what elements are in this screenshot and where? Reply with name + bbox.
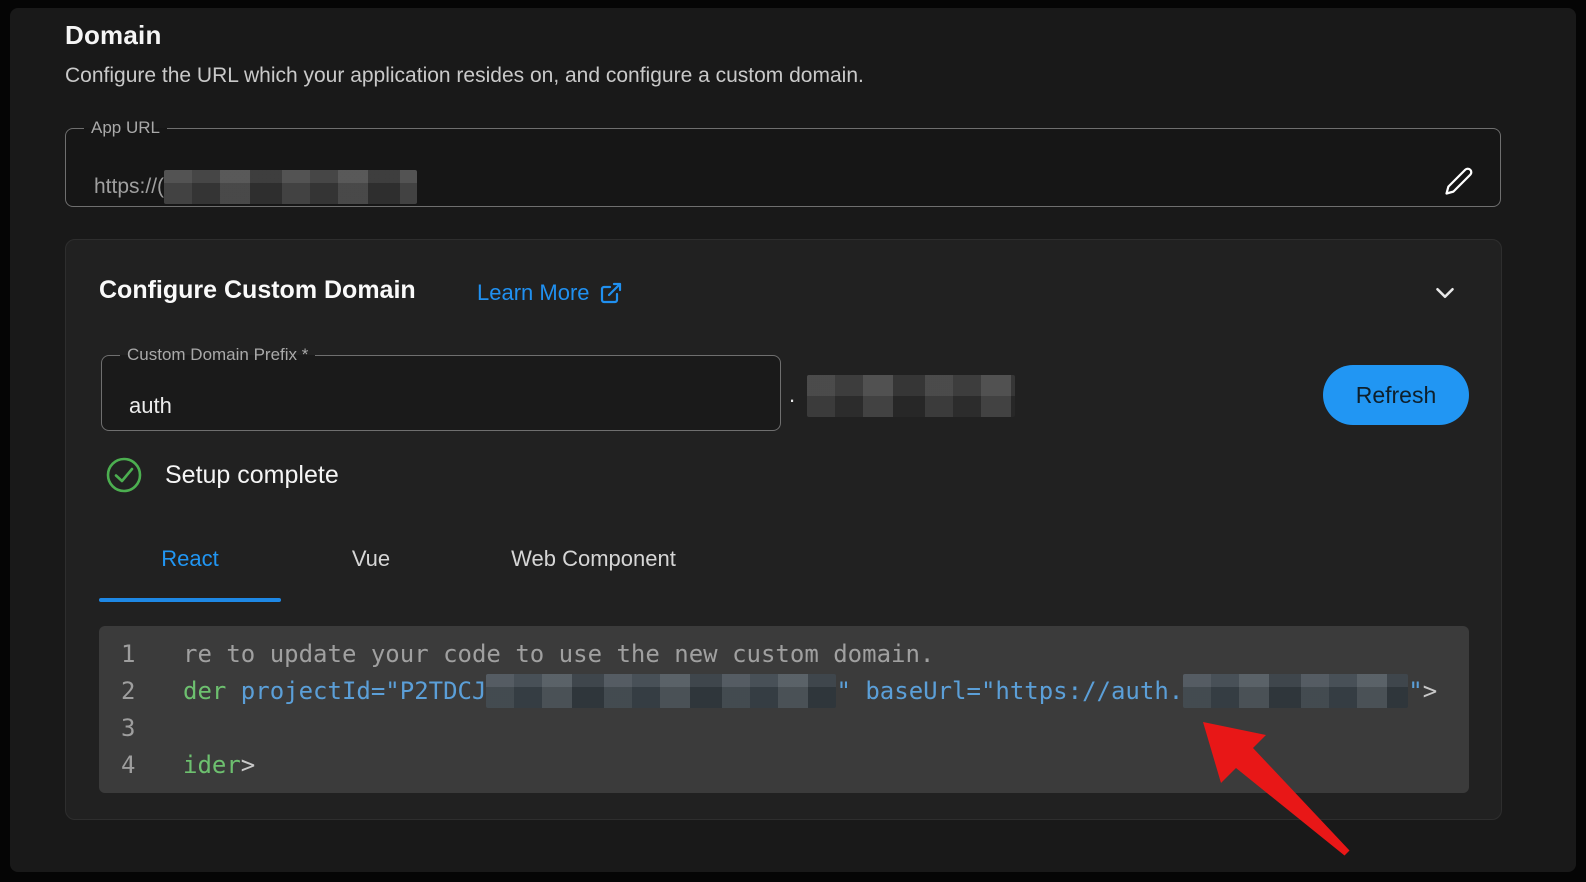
line-number: 3 [121,713,136,742]
check-circle-icon [105,456,143,494]
learn-more-link[interactable]: Learn More [477,280,623,306]
code-token: der [183,676,241,705]
code-token: re to update your code to use the new cu… [183,639,935,668]
refresh-button[interactable]: Refresh [1323,365,1469,425]
collapse-panel-button[interactable] [1431,278,1461,308]
page-subtitle: Configure the URL which your application… [65,64,864,87]
line-number: 4 [121,750,136,779]
panel-title: Configure Custom Domain [99,276,416,304]
status-text: Setup complete [165,460,339,489]
custom-domain-prefix-field[interactable]: Custom Domain Prefix * auth [101,345,781,431]
custom-domain-panel: Configure Custom Domain Learn More Custo… [65,239,1502,820]
code-line: 3 [121,709,1469,746]
code-token: > [240,750,256,779]
custom-domain-prefix-value: auth [129,393,172,418]
domain-separator: . [789,382,796,407]
line-number: 1 [121,639,136,668]
redacted-code [1183,673,1409,708]
code-content: der projectId="P2TDCJ " baseUrl="https://… [183,673,1438,708]
code-content: ider> [183,751,255,779]
screen: Domain Configure the URL which your appl… [0,0,1586,882]
code-line: 2 der projectId="P2TDCJ " baseUrl="https:/… [121,672,1469,709]
pencil-icon [1444,166,1478,196]
edit-app-url-button[interactable] [1444,164,1478,198]
app-url-value: https://( [94,175,165,198]
app-url-field: App URL https://( [65,118,1501,207]
code-token: ider [183,750,241,779]
external-link-icon [599,281,623,305]
code-block: 1 re to update your code to use the new c… [99,626,1469,793]
learn-more-label: Learn More [477,280,590,305]
redacted-app-url [164,170,418,204]
custom-domain-prefix-label: Custom Domain Prefix * [127,345,309,364]
line-number: 2 [121,676,136,705]
chevron-down-icon [1431,279,1461,307]
app-url-value-row: https://( [94,170,418,204]
code-token: > [1422,676,1438,705]
code-token: " [836,676,866,705]
redacted-code [486,673,837,708]
code-token: projectId="P2TDCJ [240,676,487,705]
code-lines: 1 re to update your code to use the new c… [121,635,1469,783]
setup-status: Setup complete [105,456,339,494]
app-url-label: App URL [91,118,160,137]
code-token: baseUrl="https://auth. [865,676,1184,705]
tab-react[interactable]: React [99,546,281,572]
redacted-domain-suffix [807,375,1015,417]
tab-web-component[interactable]: Web Component [461,546,726,572]
code-content: re to update your code to use the new cu… [183,640,934,668]
tab-vue[interactable]: Vue [281,546,461,572]
code-line: 4 ider> [121,746,1469,783]
code-line: 1 re to update your code to use the new c… [121,635,1469,672]
active-tab-underline [99,598,281,602]
code-token: " [1408,676,1423,705]
page-title: Domain [65,20,162,50]
